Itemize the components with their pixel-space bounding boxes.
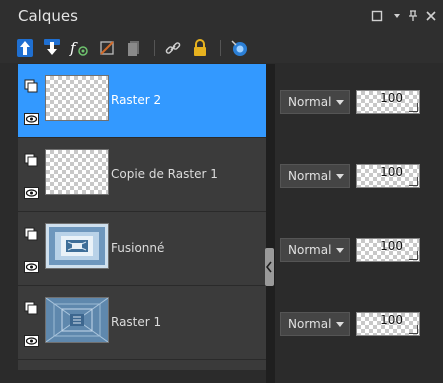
layers-toolbar: f [0,33,443,63]
layer-properties-row: Normal 100 [275,212,443,285]
layer-thumbnail [45,297,109,343]
slider-corner-icon [409,103,418,112]
layer-group-icon[interactable] [24,226,38,241]
blend-mode-value: Normal [288,243,332,257]
layer-group-icon[interactable] [24,300,38,315]
visibility-eye-icon[interactable] [24,258,39,273]
panel-title-bar: Calques [0,0,443,33]
delete-layer-icon[interactable] [96,37,118,59]
opacity-value: 100 [380,239,403,253]
slider-corner-icon [409,251,418,260]
layer-row-raster-1[interactable]: Raster 1 [18,286,266,360]
layers-list-footer [18,370,266,383]
blend-mode-value: Normal [288,317,332,331]
blend-mode-dropdown[interactable]: Normal [280,164,350,188]
layer-name: Copie de Raster 1 [111,167,218,181]
pin-icon[interactable] [406,9,420,23]
layer-thumbnail [45,149,109,195]
layer-properties-row: Normal 100 [275,64,443,137]
layer-row-fusionne[interactable]: Fusionné [18,212,266,286]
layer-properties-column: Normal 100 Normal 100 Normal 100 Normal [275,64,443,370]
merge-layer-icon[interactable] [123,37,145,59]
visibility-eye-icon[interactable] [24,184,39,199]
opacity-slider[interactable]: 100 [356,238,420,262]
layers-list: Raster 2 Copie de Raster 1 Fusionné Rast… [18,64,266,370]
chevron-down-icon [336,248,344,253]
menu-dropdown-icon[interactable] [390,9,404,23]
visibility-eye-icon[interactable] [24,332,39,347]
toolbar-divider [154,40,155,56]
blend-mode-dropdown[interactable]: Normal [280,90,350,114]
layer-row-raster-2[interactable]: Raster 2 [18,64,266,138]
move-layer-up-icon[interactable] [14,37,36,59]
blend-mode-dropdown[interactable]: Normal [280,238,350,262]
opacity-value: 100 [380,165,403,179]
lock-icon[interactable] [189,37,211,59]
layer-name: Raster 1 [111,315,162,329]
opacity-slider[interactable]: 100 [356,312,420,336]
layer-row-copie-de-raster-1[interactable]: Copie de Raster 1 [18,138,266,212]
panel-title: Calques [18,7,78,25]
layer-name: Raster 2 [111,93,162,107]
layer-properties-row: Normal 100 [275,286,443,359]
layer-group-icon[interactable] [24,78,38,93]
layer-group-icon[interactable] [24,152,38,167]
move-layer-down-icon[interactable] [41,37,63,59]
panel-splitter-handle[interactable] [265,248,274,286]
blend-mode-dropdown[interactable]: Normal [280,312,350,336]
link-icon[interactable] [162,37,184,59]
blend-mode-value: Normal [288,169,332,183]
opacity-value: 100 [380,91,403,105]
layer-thumbnail [45,223,109,269]
opacity-slider[interactable]: 100 [356,90,420,114]
layer-name: Fusionné [111,241,165,255]
svg-text:f: f [69,39,78,57]
layer-thumbnail [45,75,109,121]
toolbar-divider [220,40,221,56]
restore-icon[interactable] [370,9,384,23]
layer-properties-row: Normal 100 [275,138,443,211]
visibility-eye-icon[interactable] [24,110,39,125]
blend-mode-value: Normal [288,95,332,109]
chevron-down-icon [336,322,344,327]
slider-corner-icon [409,325,418,334]
opacity-slider[interactable]: 100 [356,164,420,188]
opacity-value: 100 [380,313,403,327]
close-icon[interactable] [424,9,438,23]
layers-scrollbar[interactable] [266,64,275,383]
chevron-down-icon [336,174,344,179]
slider-corner-icon [409,177,418,186]
layer-effects-icon[interactable]: f [68,37,90,59]
mask-icon[interactable] [228,37,250,59]
chevron-down-icon [336,100,344,105]
